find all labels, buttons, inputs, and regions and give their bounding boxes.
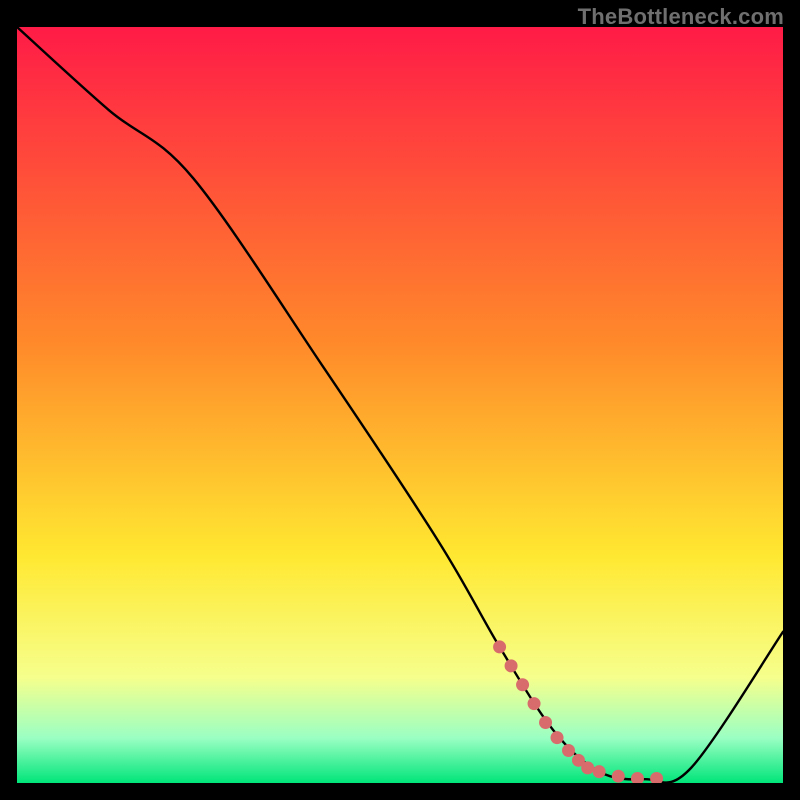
- bottleneck-chart: [17, 27, 783, 783]
- highlight-dot: [505, 659, 518, 672]
- highlight-dot: [493, 640, 506, 653]
- highlight-dot: [516, 678, 529, 691]
- gradient-bg: [17, 27, 783, 783]
- highlight-dot: [581, 761, 594, 774]
- highlight-dot: [593, 765, 606, 778]
- highlight-dot: [551, 731, 564, 744]
- highlight-dot: [612, 770, 625, 783]
- highlight-dot: [562, 744, 575, 757]
- highlight-dot: [539, 716, 552, 729]
- plot-area: [17, 27, 783, 783]
- chart-frame: TheBottleneck.com: [0, 0, 800, 800]
- highlight-dot: [528, 697, 541, 710]
